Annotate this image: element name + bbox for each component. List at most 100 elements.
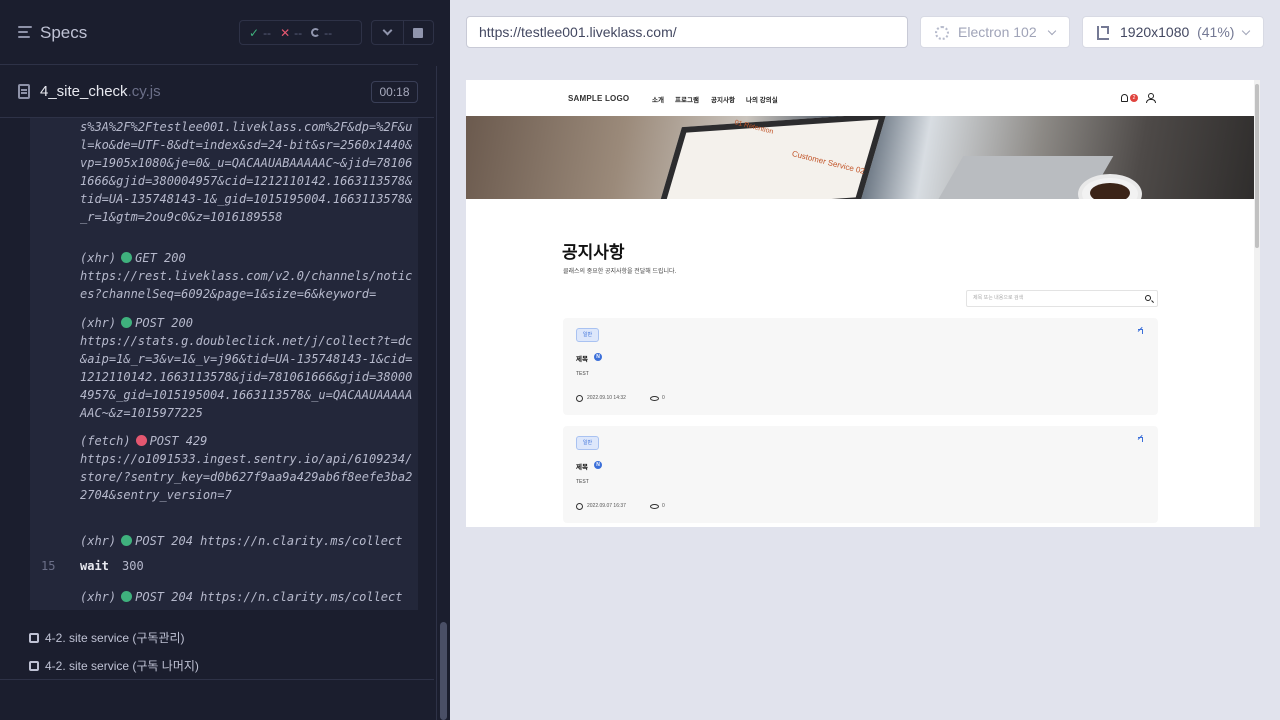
pending-test-icon	[29, 633, 39, 643]
search-input[interactable]: 제목 또는 내용으로 검색	[966, 290, 1158, 307]
notice-card[interactable]: 일반 제목 N TEST 2022.09.10 14:32 0	[563, 318, 1158, 415]
nav-item-my-classroom[interactable]: 나의 강의실	[746, 94, 778, 104]
log-entry[interactable]: (xhr) GET 200 https://rest.liveklass.com/…	[80, 249, 414, 303]
command-row[interactable]: 15 wait 300	[30, 559, 418, 577]
viewport-scale: (41%)	[1197, 24, 1235, 40]
page-scrollbar[interactable]	[1254, 80, 1260, 527]
notice-views: 0	[662, 503, 665, 509]
spec-file-extension: .cy.js	[127, 83, 161, 100]
log-url: https://n.clarity.ms/collect	[200, 590, 403, 604]
log-url: https://rest.liveklass.com/v2.0/channels…	[80, 269, 413, 301]
eye-icon	[650, 396, 659, 401]
log-text: s%3A%2F%2Ftestlee001.liveklass.com%2F&dp…	[80, 120, 413, 224]
failed-count: --	[294, 25, 303, 40]
reporter-scrollbar[interactable]	[436, 66, 450, 720]
pending-count: --	[324, 25, 333, 40]
site-header: SAMPLE LOGO 소개 프로그램 공지사항 나의 강의실 2	[466, 80, 1254, 116]
status-dot-icon	[121, 535, 133, 546]
search-icon[interactable]	[1145, 295, 1151, 301]
log-method: POST 200	[135, 316, 193, 330]
chevron-down-icon	[1241, 26, 1251, 36]
spec-file-basename: 4_site_check	[40, 83, 128, 100]
command-number: 15	[41, 559, 56, 573]
search-placeholder: 제목 또는 내용으로 검색	[973, 295, 1024, 301]
log-kind: (xhr)	[80, 316, 117, 330]
viewport-text: 1920x1080 (41%)	[1120, 24, 1234, 40]
stop-icon	[413, 28, 423, 38]
log-entry[interactable]: (xhr) POST 204 https://n.clarity.ms/colle…	[80, 532, 414, 550]
command-name: wait	[80, 559, 109, 573]
log-entry[interactable]: (xhr) POST 204 https://n.clarity.ms/colle…	[80, 588, 414, 606]
log-entry[interactable]: s%3A%2F%2Ftestlee001.liveklass.com%2F&dp…	[80, 118, 414, 226]
notice-date: 2022.09.07 16:37	[587, 503, 626, 509]
viewport-size: 1920x1080	[1120, 24, 1190, 40]
notice-title: 제목	[576, 356, 588, 363]
spec-duration: 00:18	[371, 81, 418, 103]
page-title: 공지사항	[562, 243, 625, 262]
site-logo[interactable]: SAMPLE LOGO	[568, 94, 629, 103]
test-item[interactable]: 4-2. site service (구독 나머지)	[29, 657, 429, 677]
scrollbar-thumb[interactable]	[1255, 84, 1259, 248]
passed-count: --	[263, 25, 272, 40]
log-method: GET 200	[135, 251, 186, 265]
new-badge: N	[594, 461, 602, 469]
notice-card[interactable]: 일반 제목 N TEST 2022.09.07 16:37 0	[563, 426, 1158, 523]
specs-list-icon[interactable]	[18, 26, 32, 38]
status-dot-icon	[121, 317, 133, 328]
viewport-selector[interactable]: 1920x1080 (41%)	[1082, 16, 1264, 48]
log-kind: (xhr)	[80, 590, 117, 604]
specs-label[interactable]: Specs	[40, 23, 87, 43]
spec-file-name: 4_site_check.cy.js	[40, 83, 161, 100]
pending-test-icon	[29, 661, 39, 671]
test-title: 4-2. site service (구독 나머지)	[45, 659, 199, 673]
test-item[interactable]: 4-2. site service (구독관리)	[29, 629, 429, 649]
notice-date: 2022.09.10 14:32	[587, 395, 626, 401]
document-icon	[18, 84, 30, 99]
external-link-icon[interactable]	[1138, 329, 1143, 334]
test-stats: ✓ -- ✕ -- --	[239, 20, 362, 45]
failed-stat: ✕ --	[280, 26, 302, 40]
spec-file-row[interactable]: 4_site_check.cy.js 00:18	[0, 66, 434, 118]
notice-body: TEST	[576, 371, 589, 377]
expand-button[interactable]	[371, 20, 404, 45]
cross-icon: ✕	[280, 25, 291, 40]
log-entry[interactable]: (xhr) POST 200 https://stats.g.doubleclic…	[80, 314, 414, 422]
log-method: POST 204	[135, 534, 193, 548]
scrollbar-thumb[interactable]	[440, 622, 447, 720]
reporter-header: Specs ✓ -- ✕ -- --	[0, 0, 434, 65]
log-entry[interactable]: (fetch) POST 429 https://o1091533.ingest.…	[80, 432, 414, 504]
pending-stat: --	[311, 26, 332, 40]
notice-body: TEST	[576, 479, 589, 485]
hero-banner: 01 Retention Customer Service 02	[466, 116, 1254, 199]
nav-item-about[interactable]: 소개	[652, 94, 664, 104]
new-badge: N	[594, 353, 602, 361]
browser-selector[interactable]: Electron 102	[920, 16, 1070, 48]
log-method: POST 204	[135, 590, 193, 604]
chevron-down-icon	[382, 25, 393, 36]
user-icon[interactable]	[1146, 93, 1156, 103]
app-under-test: SAMPLE LOGO 소개 프로그램 공지사항 나의 강의실 2 01 Ret…	[466, 80, 1260, 527]
nav-item-programs[interactable]: 프로그램	[675, 94, 699, 104]
browser-icon	[935, 26, 949, 40]
notification-badge: 2	[1130, 94, 1138, 102]
category-tag: 일반	[576, 328, 599, 342]
log-kind: (xhr)	[80, 251, 117, 265]
log-kind: (fetch)	[80, 434, 131, 448]
test-title: 4-2. site service (구독관리)	[45, 631, 185, 645]
nav-item-notices[interactable]: 공지사항	[711, 94, 735, 104]
url-bar[interactable]: https://testlee001.liveklass.com/	[466, 16, 908, 48]
browser-name: Electron 102	[958, 24, 1037, 40]
status-dot-icon	[121, 591, 133, 602]
command-arg: 300	[122, 559, 144, 573]
log-kind: (xhr)	[80, 534, 117, 548]
cypress-reporter: Specs ✓ -- ✕ -- -- 4_site_check.cy.js 00:1…	[0, 0, 450, 720]
clock-icon	[576, 395, 583, 402]
page-subtitle: 클래스의 중요한 공지사항을 전달해 드립니다.	[563, 269, 677, 275]
external-link-icon[interactable]	[1138, 437, 1143, 442]
log-url: https://o1091533.ingest.sentry.io/api/61…	[80, 452, 413, 502]
notice-title: 제목	[576, 464, 588, 471]
bell-icon[interactable]	[1121, 94, 1128, 102]
log-url: https://n.clarity.ms/collect	[200, 534, 403, 548]
notice-views: 0	[662, 395, 665, 401]
stop-button[interactable]	[404, 20, 434, 45]
